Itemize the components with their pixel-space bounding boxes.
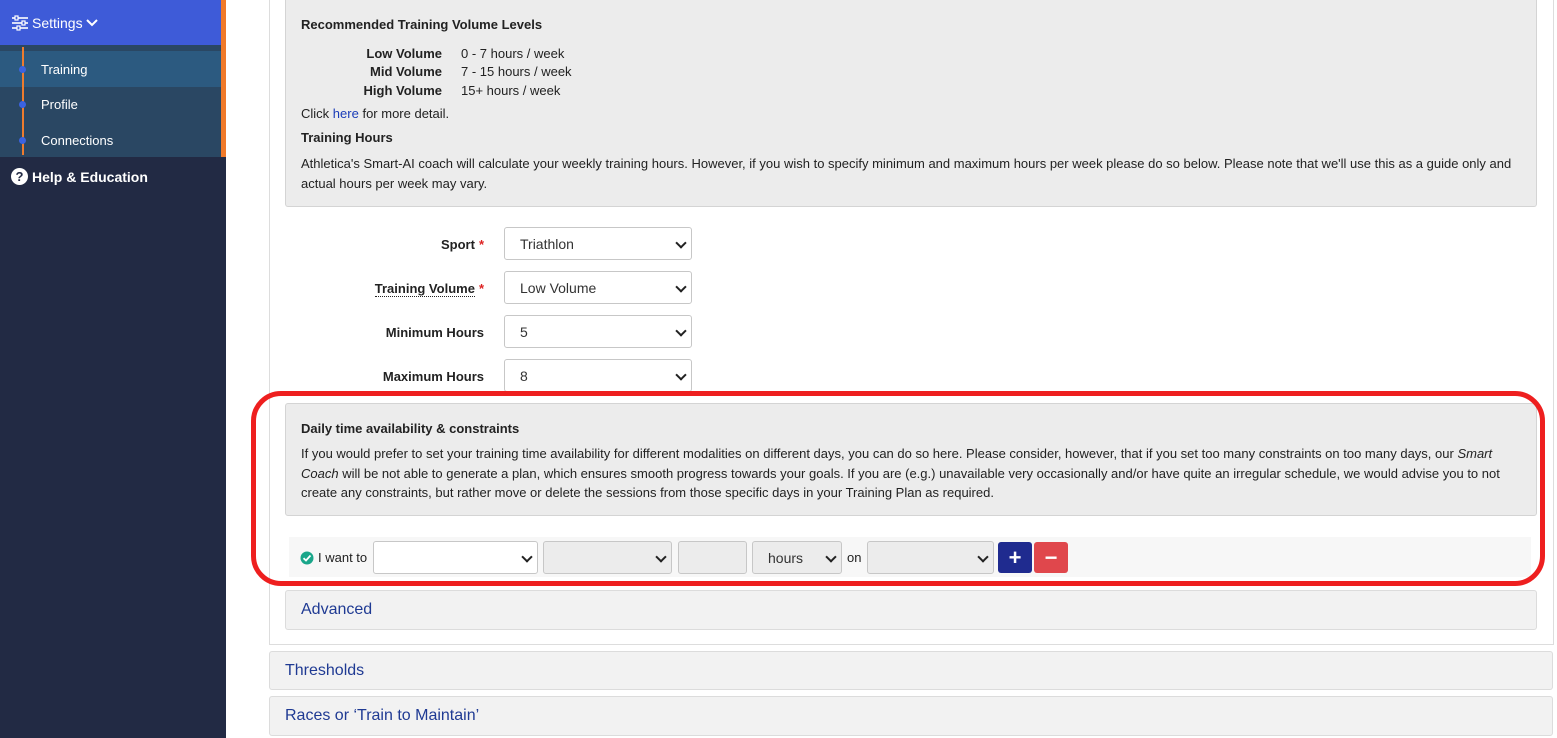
accordion-thresholds-label: Thresholds <box>285 661 365 679</box>
volume-row-value: 0 - 7 hours / week <box>461 46 565 61</box>
sidebar-help-education[interactable]: ? Help & Education <box>11 168 148 185</box>
training-volume-label: Training Volume * <box>284 281 484 297</box>
sport-select[interactable]: Triathlon <box>504 227 692 260</box>
sidebar-accent-bar <box>221 0 226 157</box>
tree-dot-icon <box>19 66 26 73</box>
training-volume-select[interactable]: Low Volume <box>504 271 692 304</box>
click-suffix: for more detail. <box>362 106 450 121</box>
sport-select-value: Triathlon <box>520 235 574 252</box>
accordion-races-label: Races or ‘Train to Maintain’ <box>285 707 480 724</box>
volume-row-label: Mid Volume <box>370 64 442 79</box>
volume-row-value: 7 - 15 hours / week <box>461 64 572 79</box>
sliders-icon <box>12 14 28 31</box>
minimum-hours-select[interactable]: 5 <box>504 315 692 348</box>
chevron-down-icon <box>85 18 98 26</box>
question-circle-icon: ? <box>11 168 28 185</box>
sidebar-item-label: Profile <box>41 96 78 112</box>
training-volume-label-text: Training Volume <box>374 281 475 297</box>
volume-levels-title: Recommended Training Volume Levels <box>301 17 543 32</box>
accordion-advanced[interactable]: Advanced <box>285 590 1537 630</box>
maximum-hours-select[interactable]: 8 <box>504 359 692 392</box>
tree-dot-icon <box>19 137 26 144</box>
sidebar-settings-header[interactable]: Settings <box>0 0 221 45</box>
accordion-advanced-label: Advanced <box>301 601 373 618</box>
volume-row: High Volume 15+ hours / week <box>301 83 561 98</box>
accordion-races[interactable]: Races or ‘Train to Maintain’ <box>269 696 1553 736</box>
click-prefix: Click <box>301 106 330 121</box>
sidebar-item-label: Training <box>41 61 88 77</box>
settings-label: Settings <box>32 14 83 31</box>
required-mark: * <box>478 281 484 296</box>
volume-row: Mid Volume 7 - 15 hours / week <box>301 64 572 79</box>
volume-row-value: 15+ hours / week <box>461 83 561 98</box>
here-link[interactable]: here <box>333 106 359 121</box>
maximum-hours-value: 8 <box>520 367 528 384</box>
training-hours-text: Athletica's Smart-AI coach will calculat… <box>301 156 1512 191</box>
maximum-hours-label: Maximum Hours <box>382 369 484 384</box>
highlight-annotation <box>251 391 1545 586</box>
sport-label-text: Sport <box>440 237 475 252</box>
training-hours-title: Training Hours <box>301 130 393 145</box>
more-detail-text: Click here for more detail. <box>301 106 449 121</box>
volume-row-label: Low Volume <box>366 46 442 61</box>
chevron-down-icon <box>675 369 687 381</box>
help-label: Help & Education <box>32 168 148 185</box>
required-mark: * <box>478 237 484 252</box>
chevron-down-icon <box>675 237 687 249</box>
chevron-down-icon <box>675 325 687 337</box>
minimum-hours-value: 5 <box>520 323 528 340</box>
volume-row: Low Volume 0 - 7 hours / week <box>301 46 564 61</box>
chevron-down-icon <box>675 281 687 293</box>
tree-dot-icon <box>19 101 26 108</box>
volume-row-label: High Volume <box>363 83 442 98</box>
sidebar-item-profile[interactable]: Profile <box>0 86 221 122</box>
training-volume-value: Low Volume <box>520 279 597 296</box>
sidebar-item-training[interactable]: Training <box>0 51 221 87</box>
minimum-hours-label: Minimum Hours <box>385 325 484 340</box>
sidebar-item-connections[interactable]: Connections <box>0 122 221 158</box>
sport-label: Sport * <box>284 237 484 252</box>
sidebar-item-label: Connections <box>41 132 114 148</box>
accordion-thresholds[interactable]: Thresholds <box>269 651 1553 690</box>
